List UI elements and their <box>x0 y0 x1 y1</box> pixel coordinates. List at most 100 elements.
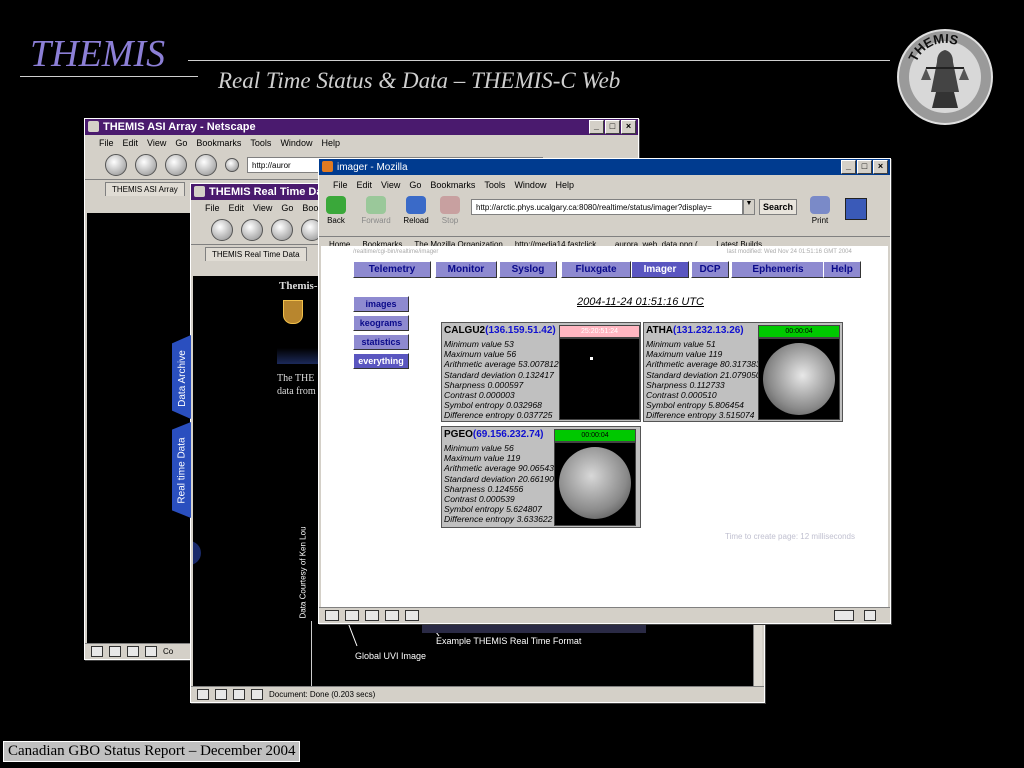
menu-file[interactable]: File <box>205 203 220 213</box>
menu-edit[interactable]: Edit <box>357 180 373 190</box>
menu-tools[interactable]: Tools <box>250 138 271 148</box>
panel-stats: Minimum value 51 Maximum value 119 Arith… <box>646 339 761 421</box>
menu-bookmarks[interactable]: Bookmarks <box>196 138 241 148</box>
camera-image <box>758 338 840 420</box>
navigator-icon[interactable] <box>197 689 209 700</box>
nav-help[interactable]: Help <box>823 261 861 278</box>
menu-help[interactable]: Help <box>321 138 340 148</box>
panel-timestamp: 00:00:04 <box>554 429 636 442</box>
menu-bookmarks[interactable]: Bookmarks <box>430 180 475 190</box>
slide-footer: Canadian GBO Status Report – December 20… <box>3 741 301 762</box>
menu-edit[interactable]: Edit <box>123 138 139 148</box>
url-dropdown-icon[interactable]: ▼ <box>743 199 755 215</box>
menu-go[interactable]: Go <box>175 138 187 148</box>
side-statistics[interactable]: statistics <box>353 334 409 350</box>
close-button[interactable]: × <box>621 120 636 134</box>
side-keograms[interactable]: keograms <box>353 315 409 331</box>
navigator-icon[interactable] <box>91 646 103 657</box>
panel-stats: Minimum value 56 Maximum value 119 Arith… <box>444 443 559 525</box>
imager-url-text: http://arctic.phys.ucalgary.ca:8080/real… <box>476 202 712 212</box>
chatzilla-icon[interactable] <box>385 610 399 621</box>
side-images[interactable]: images <box>353 296 409 312</box>
panel-name: CALGU2 <box>444 325 486 336</box>
reload-icon <box>406 196 426 214</box>
back-icon[interactable] <box>211 219 233 241</box>
nav-imager[interactable]: Imager <box>631 261 689 278</box>
asi-url-text: http://auror <box>252 160 291 170</box>
composer-icon[interactable] <box>365 610 379 621</box>
tab-asi-array[interactable]: THEMIS ASI Array <box>105 182 185 196</box>
imager-url-field[interactable]: http://arctic.phys.ucalgary.ca:8080/real… <box>471 199 743 215</box>
reload-icon[interactable] <box>271 219 293 241</box>
menu-file[interactable]: File <box>99 138 114 148</box>
rt-body-line: The THE <box>277 373 315 384</box>
mail-icon[interactable] <box>109 646 121 657</box>
netscape-icon <box>88 121 99 132</box>
address-book-icon[interactable] <box>251 689 263 700</box>
camera-panel-pgeo: PGEO(69.156.232.74) 00:00:04 Minimum val… <box>441 426 641 528</box>
star-dot <box>590 357 593 360</box>
imager-titlebar[interactable]: imager - Mozilla _ □ × <box>319 159 890 175</box>
reload-button[interactable]: Reload <box>399 196 433 225</box>
navigator-icon[interactable] <box>325 610 339 621</box>
nav-monitor[interactable]: Monitor <box>435 261 497 278</box>
forward-button[interactable]: Forward <box>353 196 399 225</box>
stat-line: Arithmetic average 53.007812 <box>444 359 559 370</box>
panel-ip: (136.159.51.42) <box>485 325 556 336</box>
minimize-button[interactable]: _ <box>841 160 856 174</box>
menu-go[interactable]: Go <box>409 180 421 190</box>
side-everything[interactable]: everything <box>353 353 409 369</box>
menu-help[interactable]: Help <box>555 180 574 190</box>
menu-window[interactable]: Window <box>280 138 312 148</box>
nav-dcp[interactable]: DCP <box>691 261 729 278</box>
mozilla-window-imager[interactable]: imager - Mozilla _ □ × File Edit View Go… <box>318 158 891 624</box>
close-button[interactable]: × <box>873 160 888 174</box>
back-icon <box>326 196 346 214</box>
page-datetime: 2004-11-24 01:51:16 UTC <box>577 296 704 308</box>
reload-icon[interactable] <box>165 154 187 176</box>
menu-window[interactable]: Window <box>514 180 546 190</box>
maximize-button[interactable]: □ <box>605 120 620 134</box>
stop-icon[interactable] <box>195 154 217 176</box>
nav-ephemeris[interactable]: Ephemeris <box>731 261 825 278</box>
forward-icon[interactable] <box>241 219 263 241</box>
menu-view[interactable]: View <box>253 203 272 213</box>
menu-go[interactable]: Go <box>281 203 293 213</box>
back-button[interactable]: Back <box>319 196 353 225</box>
menu-edit[interactable]: Edit <box>229 203 245 213</box>
menu-tools[interactable]: Tools <box>484 180 505 190</box>
online-status-icon <box>834 610 854 621</box>
nav-fluxgate[interactable]: Fluxgate <box>561 261 631 278</box>
asi-titlebar[interactable]: THEMIS ASI Array - Netscape _ □ × <box>85 119 638 135</box>
home-icon[interactable] <box>225 158 239 172</box>
menu-file[interactable]: File <box>333 180 348 190</box>
university-crest-icon <box>283 300 303 324</box>
menu-view[interactable]: View <box>381 180 400 190</box>
forward-icon[interactable] <box>135 154 157 176</box>
imager-window-title: imager - Mozilla <box>337 161 408 173</box>
panel-timestamp: 00:00:04 <box>758 325 840 338</box>
mail-icon[interactable] <box>215 689 227 700</box>
back-icon[interactable] <box>105 154 127 176</box>
maximize-button[interactable]: □ <box>857 160 872 174</box>
print-button[interactable]: Print <box>803 196 837 225</box>
composer-icon[interactable] <box>127 646 139 657</box>
stat-line: Difference entropy 3.633622 <box>444 514 553 525</box>
nav-syslog[interactable]: Syslog <box>499 261 557 278</box>
tab-label: THEMIS ASI Array <box>112 185 178 194</box>
side-tab-archive-label-box: Data Archive <box>174 340 190 416</box>
address-book-icon[interactable] <box>145 646 157 657</box>
forward-label: Forward <box>361 216 391 225</box>
panel-title: PGEO(69.156.232.74) <box>444 429 544 440</box>
search-button[interactable]: Search <box>759 199 798 215</box>
menu-view[interactable]: View <box>147 138 166 148</box>
nav-telemetry[interactable]: Telemetry <box>353 261 431 278</box>
stop-label: Stop <box>441 216 459 225</box>
tab-realtime-data[interactable]: THEMIS Real Time Data <box>205 247 307 261</box>
composer-icon[interactable] <box>233 689 245 700</box>
address-book-icon[interactable] <box>405 610 419 621</box>
mail-icon[interactable] <box>345 610 359 621</box>
stop-button[interactable]: Stop <box>433 196 467 225</box>
minimize-button[interactable]: _ <box>589 120 604 134</box>
side-tab-realtime-label-box: Real time Data <box>174 428 190 512</box>
